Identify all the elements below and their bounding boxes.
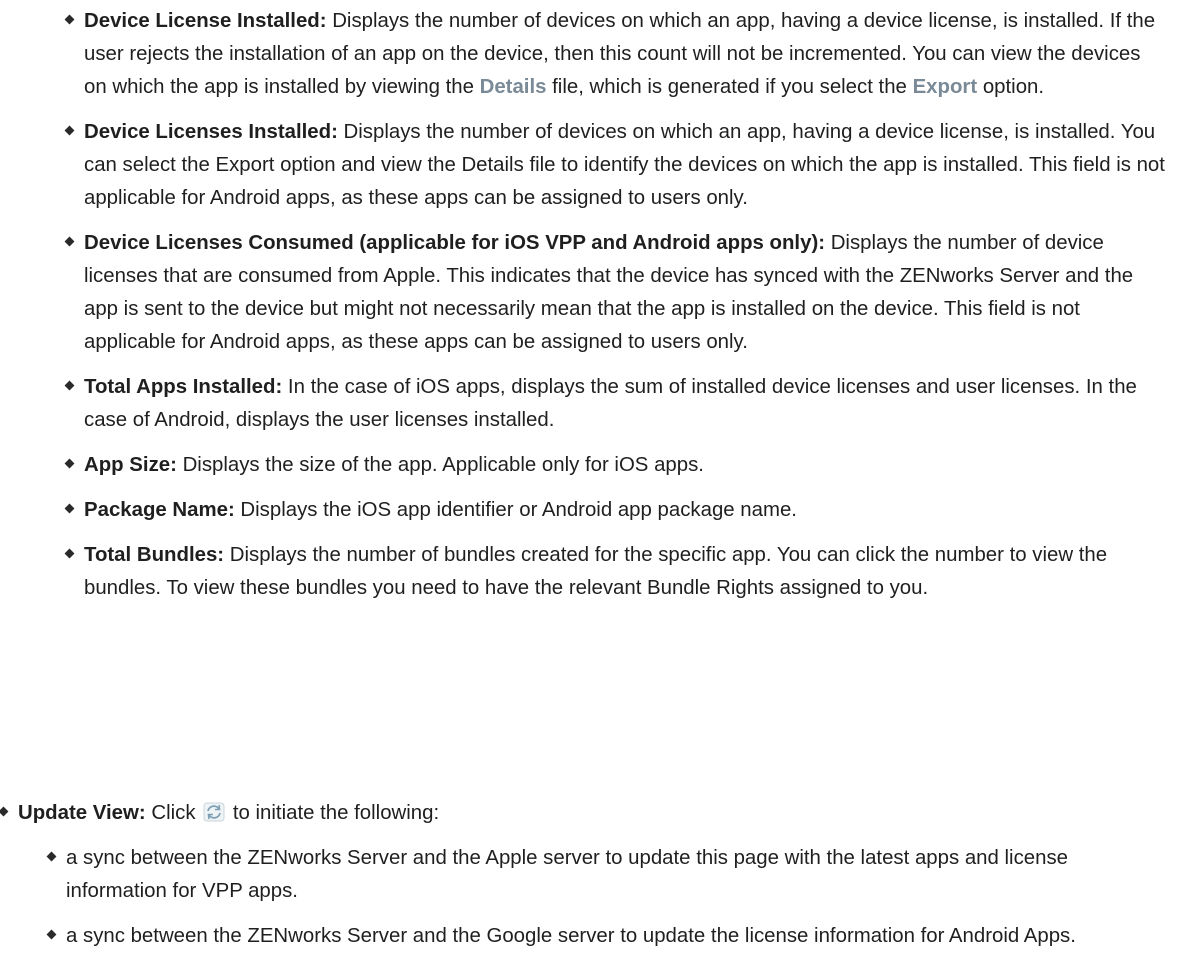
diamond-bullet-icon — [46, 929, 57, 940]
item-text: option. — [977, 76, 1045, 98]
item-label: Device Licenses Installed: — [84, 121, 338, 143]
update-view-sublist: a sync between the ZENworks Server and t… — [46, 842, 1166, 965]
diamond-bullet-icon — [64, 458, 75, 469]
item-label: App Size: — [84, 454, 177, 476]
item-label: Update View: — [18, 802, 146, 824]
item-label: Package Name: — [84, 499, 235, 521]
list-item-app-size: App Size: Displays the size of the app. … — [64, 449, 1168, 482]
item-label: Device License Installed: — [84, 10, 327, 32]
diamond-bullet-icon — [64, 236, 75, 247]
list-item-device-licenses-installed: Device Licenses Installed: Displays the … — [64, 116, 1168, 215]
item-text: Displays the iOS app identifier or Andro… — [234, 499, 797, 521]
item-label: Total Bundles: — [84, 544, 225, 566]
diamond-bullet-icon — [64, 14, 75, 25]
field-description-list: Device License Installed: Displays the n… — [64, 5, 1168, 617]
list-item-update-view: Update View: Click to initiate the follo… — [0, 797, 1168, 830]
item-label: Device Licenses Consumed (applicable for… — [84, 232, 826, 254]
sublist-item-google-sync: a sync between the ZENworks Server and t… — [46, 920, 1166, 953]
item-text: a sync between the ZENworks Server and t… — [66, 925, 1076, 947]
document-page: Device License Installed: Displays the n… — [0, 0, 1178, 975]
update-view-section: Update View: Click to initiate the follo… — [0, 797, 1168, 947]
item-text: Click — [145, 802, 202, 824]
item-text: Displays the number of bundles created f… — [84, 544, 1108, 599]
item-text: to initiate the following: — [227, 802, 440, 824]
item-text: a sync between the ZENworks Server and t… — [66, 847, 1068, 902]
refresh-icon[interactable] — [203, 800, 225, 822]
list-item-total-apps-installed: Total Apps Installed: In the case of iOS… — [64, 371, 1168, 437]
diamond-bullet-icon — [64, 503, 75, 514]
details-link[interactable]: Details — [480, 76, 547, 98]
export-link[interactable]: Export — [913, 76, 978, 98]
list-item-device-license-installed: Device License Installed: Displays the n… — [64, 5, 1168, 104]
diamond-bullet-icon — [64, 380, 75, 391]
diamond-bullet-icon — [64, 548, 75, 559]
item-text: file, which is generated if you select t… — [546, 76, 913, 98]
item-text: Displays the size of the app. Applicable… — [176, 454, 704, 476]
list-item-device-licenses-consumed: Device Licenses Consumed (applicable for… — [64, 227, 1168, 359]
diamond-bullet-icon — [64, 125, 75, 136]
item-label: Total Apps Installed: — [84, 376, 283, 398]
list-item-package-name: Package Name: Displays the iOS app ident… — [64, 494, 1168, 527]
list-item-total-bundles: Total Bundles: Displays the number of bu… — [64, 539, 1168, 605]
sublist-item-apple-sync: a sync between the ZENworks Server and t… — [46, 842, 1166, 908]
diamond-bullet-icon — [46, 851, 57, 862]
diamond-bullet-icon — [0, 806, 9, 817]
